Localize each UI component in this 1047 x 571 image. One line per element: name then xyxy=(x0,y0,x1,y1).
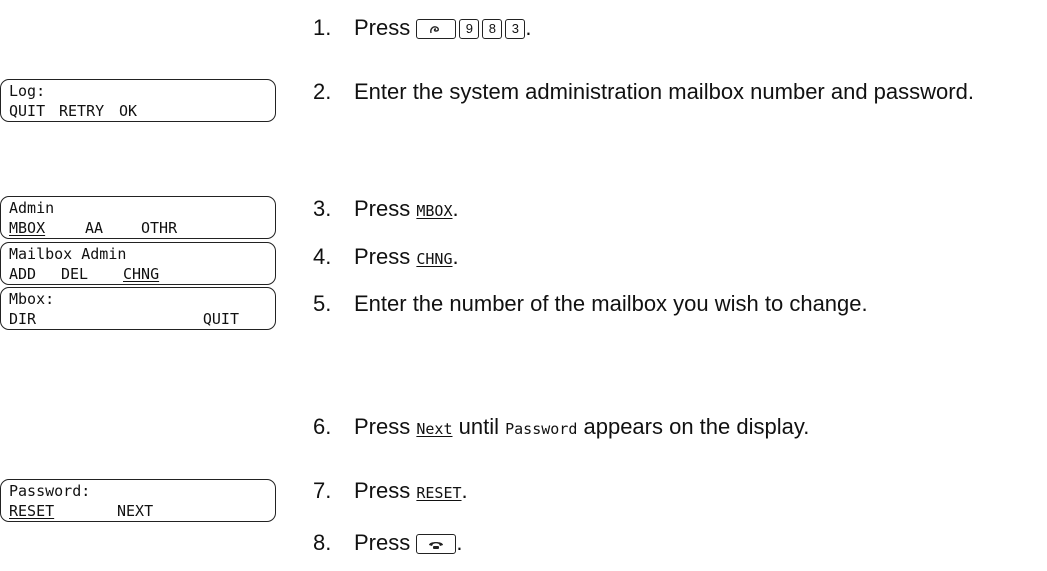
step-suffix: appears on the display. xyxy=(583,414,810,439)
softkey-mbox[interactable]: MBOX xyxy=(9,218,85,238)
softkey-othr[interactable]: OTHR xyxy=(141,218,177,238)
display-line: Log: xyxy=(9,82,46,100)
dial-key-3[interactable]: 3 xyxy=(505,19,526,39)
step-number: 3. xyxy=(313,196,332,221)
softkey-quit[interactable]: QUIT xyxy=(203,309,239,329)
step-suffix: . xyxy=(525,15,532,40)
dial-key-8[interactable]: 8 xyxy=(482,19,503,39)
step-suffix: . xyxy=(461,478,468,503)
softkey-ok[interactable]: OK xyxy=(119,101,137,121)
step-text: Enter the number of the mailbox you wish… xyxy=(354,291,868,316)
step-text: Press xyxy=(354,15,411,40)
step-text-middle: until xyxy=(458,414,499,439)
step-number: 2. xyxy=(313,79,332,104)
display-softkeys: RESET NEXT xyxy=(9,501,267,521)
display-admin: Admin MBOX AA OTHR xyxy=(0,196,276,239)
display-softkeys: MBOX AA OTHR xyxy=(9,218,267,238)
display-log: Log: QUIT RETRY OK xyxy=(0,79,276,122)
softkey-dir[interactable]: DIR xyxy=(9,309,36,329)
step-number: 7. xyxy=(313,478,332,503)
dial-key-9[interactable]: 9 xyxy=(459,19,480,39)
display-line: Mbox: xyxy=(9,290,55,308)
softkey-ref-reset: RESET xyxy=(416,484,462,502)
display-password: Password: RESET NEXT xyxy=(0,479,276,522)
display-softkeys: ADD DEL CHNG xyxy=(9,264,267,284)
softkey-ref-chng: CHNG xyxy=(416,250,453,268)
display-softkeys: DIR QUIT xyxy=(9,309,267,329)
step-text: Press xyxy=(354,196,411,221)
display-line: Mailbox Admin xyxy=(9,245,127,263)
softkey-aa[interactable]: AA xyxy=(85,218,141,238)
display-softkeys: QUIT RETRY OK xyxy=(9,101,267,121)
softkey-chng[interactable]: CHNG xyxy=(123,264,159,284)
step-number: 1. xyxy=(313,15,332,40)
step-text: Press xyxy=(354,244,411,269)
display-line: Password: xyxy=(9,482,91,500)
step-suffix: . xyxy=(456,530,463,555)
step-number: 6. xyxy=(313,414,332,439)
step-text: Press xyxy=(354,478,411,503)
display-word: Password xyxy=(505,420,578,438)
softkey-quit[interactable]: QUIT xyxy=(9,101,59,121)
step-number: 8. xyxy=(313,530,332,555)
softkey-next[interactable]: NEXT xyxy=(117,501,153,521)
softkey-retry[interactable]: RETRY xyxy=(59,101,119,121)
step-number: 5. xyxy=(313,291,332,316)
display-mailbox-admin: Mailbox Admin ADD DEL CHNG xyxy=(0,242,276,285)
softkey-ref-next: Next xyxy=(416,420,453,438)
display-mbox: Mbox: DIR QUIT xyxy=(0,287,276,330)
step-suffix: . xyxy=(452,196,459,221)
release-key-icon[interactable] xyxy=(416,534,457,554)
softkey-reset[interactable]: RESET xyxy=(9,501,117,521)
step-text: Enter the system administration mailbox … xyxy=(354,79,974,104)
feature-key-icon[interactable] xyxy=(416,19,457,39)
step-suffix: . xyxy=(452,244,459,269)
step-text: Press xyxy=(354,414,411,439)
display-line: Admin xyxy=(9,199,55,217)
softkey-ref-mbox: MBOX xyxy=(416,202,453,220)
step-number: 4. xyxy=(313,244,332,269)
softkey-add[interactable]: ADD xyxy=(9,264,61,284)
step-text: Press xyxy=(354,530,411,555)
softkey-del[interactable]: DEL xyxy=(61,264,123,284)
